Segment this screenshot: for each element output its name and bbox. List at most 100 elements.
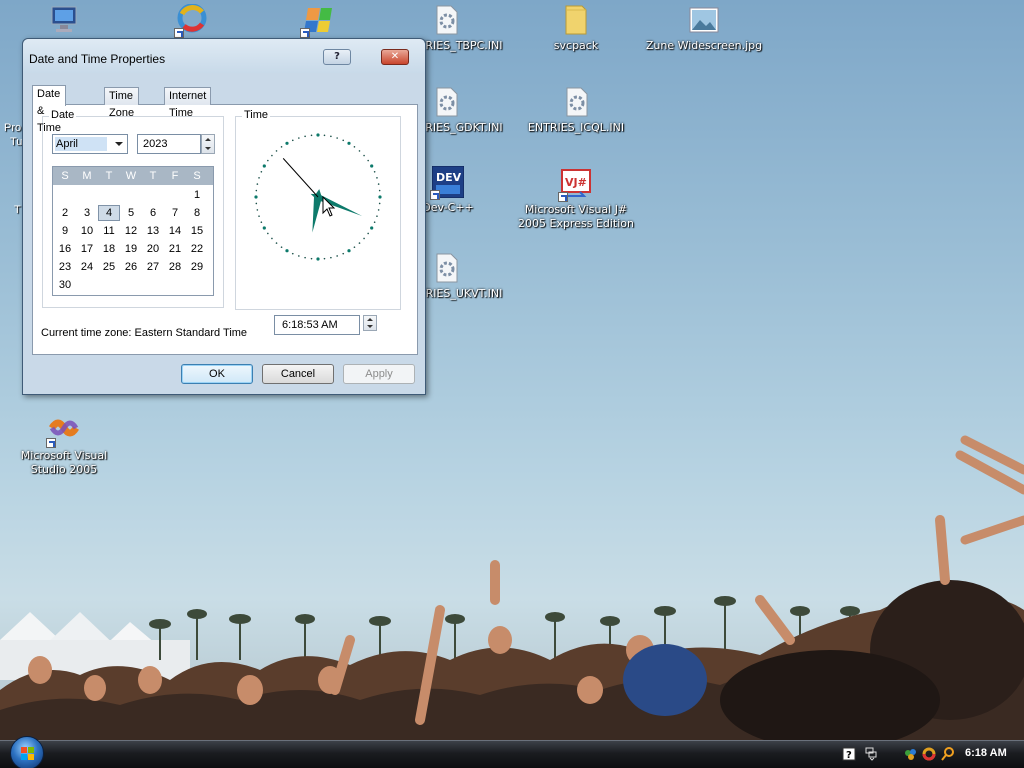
clock-tick <box>323 257 326 260</box>
dialog-title: Date and Time Properties <box>29 52 166 66</box>
calendar-day[interactable]: 10 <box>76 223 98 239</box>
notification-area: ? 6:18 AM <box>0 741 1024 768</box>
calendar-day[interactable]: 3 <box>76 205 98 221</box>
clock-tick <box>353 146 356 148</box>
clock-tick <box>363 154 365 157</box>
spin-up-icon[interactable] <box>367 318 373 321</box>
time-input[interactable]: 6:18:53 AM <box>274 315 360 335</box>
calendar-day-selected[interactable]: 4 <box>98 205 120 221</box>
calendar-day[interactable]: 13 <box>142 223 164 239</box>
calendar-day[interactable]: 8 <box>186 205 208 221</box>
dialog-titlebar[interactable]: Date and Time Properties ? ✕ <box>23 39 425 73</box>
clock-tick <box>256 183 259 185</box>
desktop-icon-label-partial: Pro <box>4 122 22 134</box>
shortcut-arrow-icon <box>430 190 440 200</box>
calendar-day[interactable]: 23 <box>54 259 76 275</box>
calendar-weekday: T <box>105 170 113 182</box>
clock-tick <box>267 159 269 162</box>
spin-up-icon[interactable] <box>205 138 211 141</box>
calendar-day[interactable]: 14 <box>164 223 186 239</box>
current-timezone-label: Current time zone: Eastern Standard Time <box>41 327 248 339</box>
clock-tick <box>353 246 356 248</box>
clock-second-hand <box>282 158 319 198</box>
shortcut-arrow-icon <box>300 28 310 38</box>
calendar-day[interactable]: 22 <box>186 241 208 257</box>
clock-tick <box>367 159 369 162</box>
calendar-day[interactable]: 20 <box>142 241 164 257</box>
clock-tick <box>258 177 260 179</box>
calendar-day[interactable]: 12 <box>120 223 142 239</box>
year-input[interactable]: 2023 <box>137 134 201 154</box>
calendar-day[interactable]: 16 <box>54 241 76 257</box>
calendar-day[interactable]: 9 <box>54 223 76 239</box>
close-button[interactable]: ✕ <box>381 49 409 65</box>
taskbar: ? 6:18 AM <box>0 736 1024 768</box>
shortcut-arrow-icon <box>46 438 56 448</box>
clock-tick <box>336 137 338 139</box>
year-spinner[interactable] <box>201 134 215 154</box>
calendar-day[interactable]: 28 <box>164 259 186 275</box>
calendar-day[interactable]: 29 <box>186 259 208 275</box>
network-icon[interactable] <box>864 747 878 761</box>
ok-button[interactable]: OK <box>181 364 253 384</box>
desktop-icon-entries-icql[interactable]: ENTRIES_ICQL.INI <box>514 86 638 135</box>
calendar-day[interactable]: 18 <box>98 241 120 257</box>
clock-tick <box>280 246 283 248</box>
calendar-day[interactable]: 11 <box>98 223 120 239</box>
calendar-day[interactable]: 17 <box>76 241 98 257</box>
clock-tick <box>310 134 313 137</box>
taskbar-clock[interactable]: 6:18 AM <box>965 747 1007 759</box>
tab-internet-time[interactable]: Internet Time <box>164 87 212 119</box>
calendar-day[interactable]: 21 <box>164 241 186 257</box>
help-icon[interactable]: ? <box>842 747 856 761</box>
clock-tick <box>358 242 361 244</box>
messenger-icon[interactable] <box>904 747 918 761</box>
time-spinner[interactable] <box>363 315 377 331</box>
desktop-icon-svcpack[interactable]: svcpack <box>514 4 638 53</box>
search-icon[interactable] <box>941 747 955 761</box>
calendar-day[interactable]: 27 <box>142 259 164 275</box>
chevron-down-icon[interactable] <box>115 142 123 146</box>
cancel-button[interactable]: Cancel <box>262 364 334 384</box>
calendar-day[interactable]: 25 <box>98 259 120 275</box>
calendar-day[interactable]: 24 <box>76 259 98 275</box>
desktop-icon-visual-studio[interactable]: Microsoft Visual Studio 2005 <box>2 414 126 477</box>
clock-tick <box>262 164 266 168</box>
clock-tick <box>304 135 306 138</box>
calendar-weekday: T <box>149 170 157 182</box>
desktop-icon-visual-jsharp[interactable]: VJ# Microsoft Visual J# 2005 Express Edi… <box>514 168 638 231</box>
desktop-icon-media-player[interactable] <box>256 4 380 39</box>
desktop-icon-zune-widescreen[interactable]: Zune Widescreen.jpg <box>642 4 766 53</box>
clock-tick <box>347 141 351 145</box>
shortcut-arrow-icon <box>174 28 184 38</box>
calendar-day[interactable]: 6 <box>142 205 164 221</box>
clock-tick <box>363 237 365 240</box>
spin-down-icon[interactable] <box>367 325 373 328</box>
month-dropdown[interactable]: April <box>52 134 128 154</box>
calendar-day[interactable]: 15 <box>186 223 208 239</box>
calendar-day[interactable]: 1 <box>186 187 208 203</box>
help-button[interactable]: ? <box>323 49 351 65</box>
tab-time-zone[interactable]: Time Zone <box>104 87 140 119</box>
calendar-day[interactable]: 19 <box>120 241 142 257</box>
tab-date-time[interactable]: Date & Time <box>32 85 67 134</box>
calendar-day[interactable]: 5 <box>120 205 142 221</box>
clock-tick <box>376 177 378 179</box>
desktop-icon-label: Microsoft Visual Studio 2005 <box>20 449 108 476</box>
browser-icon[interactable] <box>922 747 936 761</box>
spin-down-icon[interactable] <box>205 147 211 150</box>
calendar-day[interactable]: 26 <box>120 259 142 275</box>
clock-tick <box>291 139 294 142</box>
desktop-icon-computer[interactable] <box>2 4 126 39</box>
calendar-day[interactable]: 2 <box>54 205 76 221</box>
calendar-day[interactable]: 30 <box>54 277 76 293</box>
calendar-day[interactable]: 7 <box>164 205 186 221</box>
ini-file-icon <box>430 86 462 118</box>
folder-icon <box>560 4 592 36</box>
clock-tick <box>330 135 332 138</box>
apply-button[interactable]: Apply <box>343 364 415 384</box>
desktop-icon-browser[interactable] <box>130 3 254 39</box>
clock-tick <box>254 195 258 199</box>
shortcut-arrow-icon <box>558 192 568 202</box>
calendar-weekday: S <box>61 170 69 182</box>
